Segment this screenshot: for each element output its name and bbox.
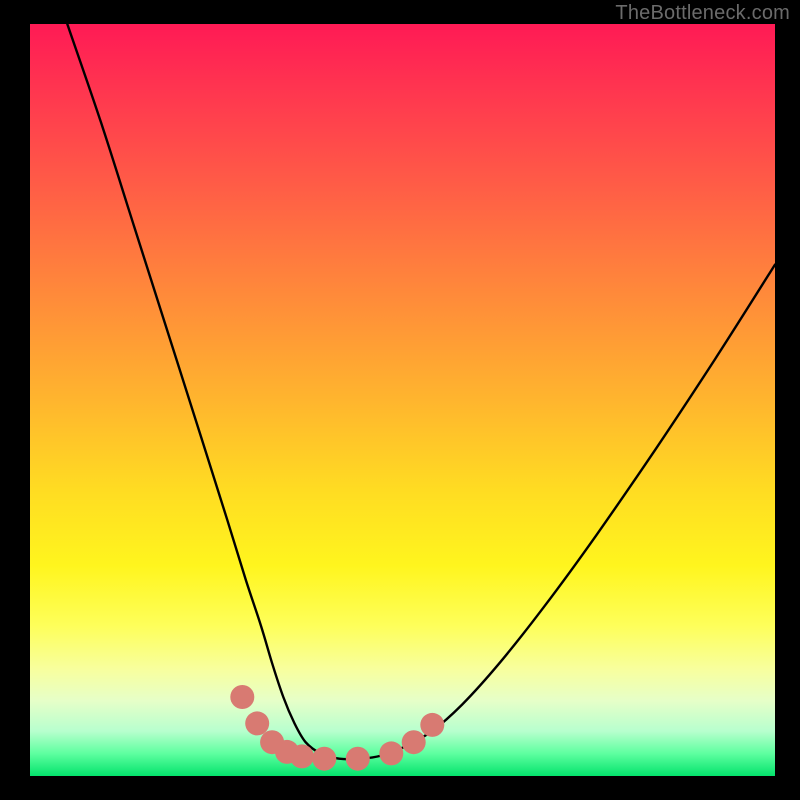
chart-frame: TheBottleneck.com [0,0,800,800]
watermark-text: TheBottleneck.com [615,2,790,25]
trough-marker [402,730,426,754]
chart-svg [30,24,775,776]
trough-marker [346,747,370,771]
trough-marker [312,747,336,771]
trough-marker [420,713,444,737]
trough-marker [230,685,254,709]
bottleneck-curve [67,24,775,759]
trough-marker [379,741,403,765]
chart-plot-area [30,24,775,776]
trough-marker [245,711,269,735]
trough-marker [290,744,314,768]
